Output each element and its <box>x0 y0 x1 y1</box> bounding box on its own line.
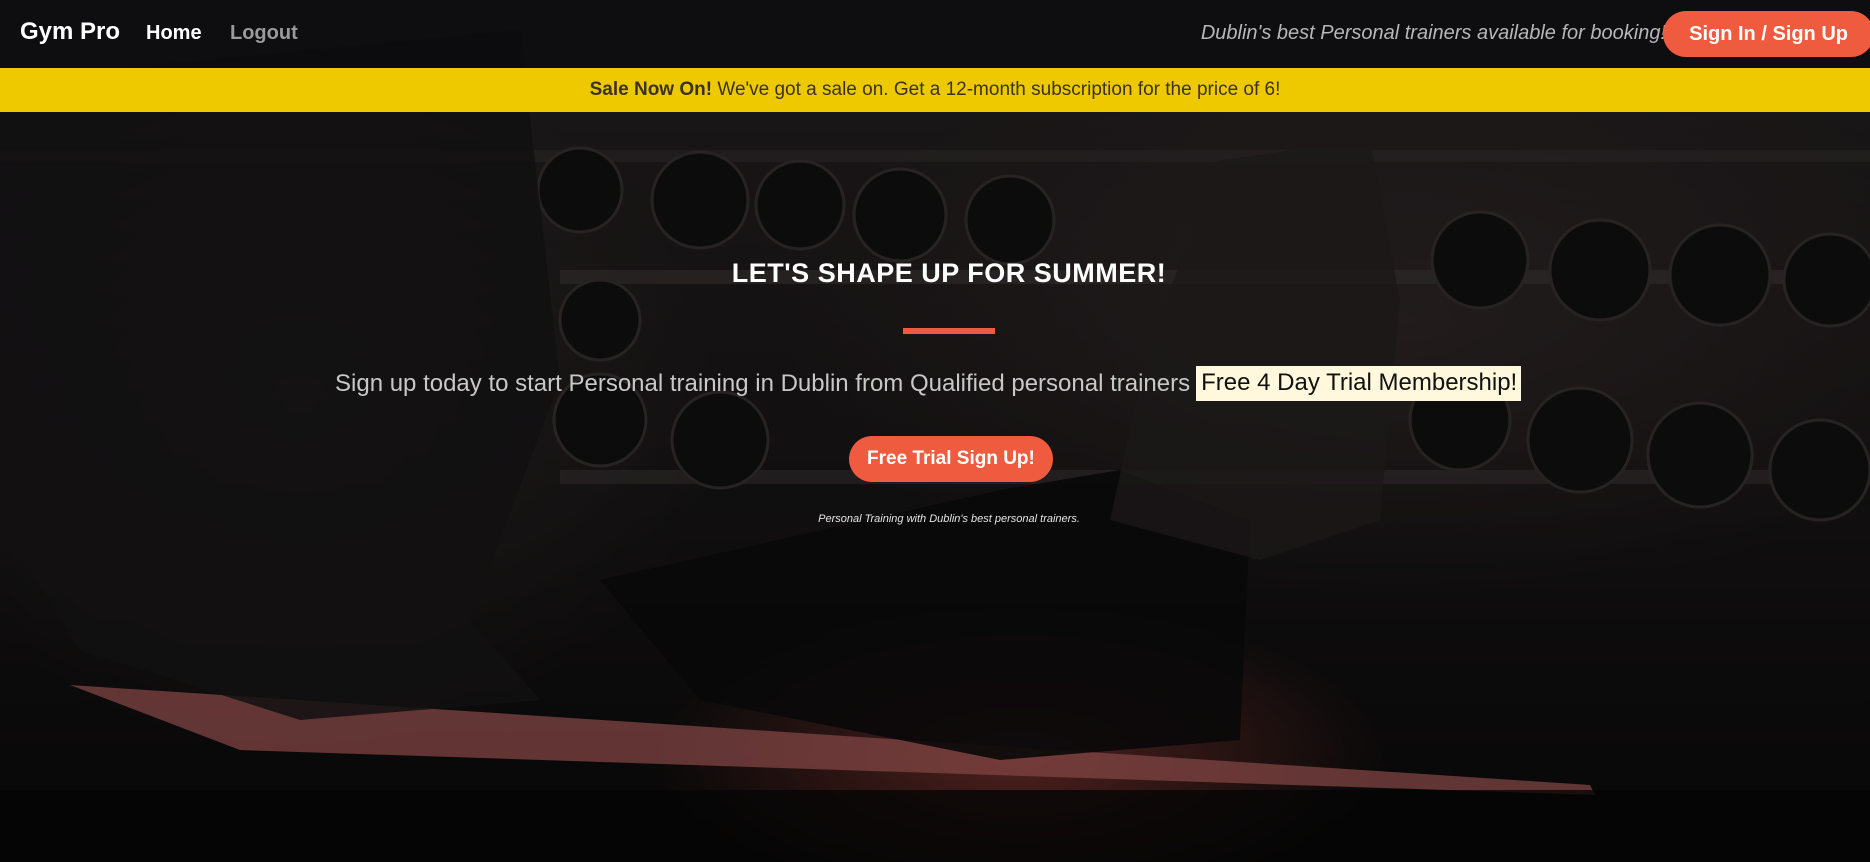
brand-logo[interactable]: Gym Pro <box>20 18 120 46</box>
hero-caption: Personal Training with Dublin's best per… <box>818 513 1080 525</box>
page: Gym Pro Home Logout Dublin's best Person… <box>0 0 1870 862</box>
signin-signup-button[interactable]: Sign In / Sign Up <box>1663 11 1870 57</box>
hero-subtitle-row: Sign up today to start Personal training… <box>335 366 1522 401</box>
hero-subtitle: Sign up today to start Personal training… <box>335 369 1191 397</box>
hero-overlay <box>0 0 1870 862</box>
hero-title: LET'S SHAPE UP FOR SUMMER! <box>731 258 1167 288</box>
nav-logout-link[interactable]: Logout <box>230 22 298 45</box>
navbar-tagline: Dublin's best Personal trainers availabl… <box>1200 22 1666 44</box>
nav-home-link[interactable]: Home <box>146 22 202 45</box>
navbar: Gym Pro Home Logout Dublin's best Person… <box>0 0 1870 68</box>
hero-divider <box>903 328 995 334</box>
sale-banner: Sale Now On! We've got a sale on. Get a … <box>0 68 1870 112</box>
trial-highlight-badge: Free 4 Day Trial Membership! <box>1196 366 1522 401</box>
free-trial-signup-button[interactable]: Free Trial Sign Up! <box>849 436 1053 482</box>
sale-banner-heading: Sale Now On! <box>589 79 713 100</box>
sale-banner-text: We've got a sale on. Get a 12-month subs… <box>712 79 1281 100</box>
